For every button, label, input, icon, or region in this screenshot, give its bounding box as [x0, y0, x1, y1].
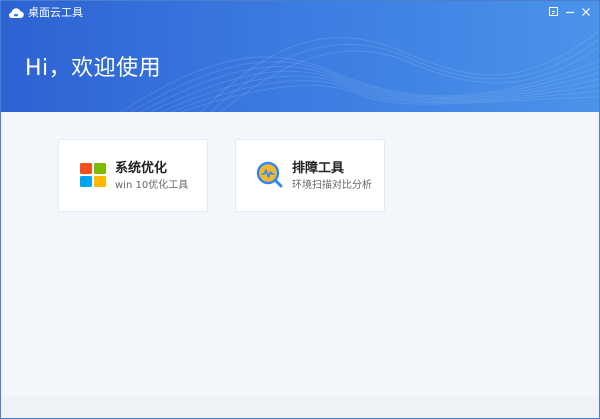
card-title: 系统优化	[115, 161, 168, 176]
troubleshoot-tool-card[interactable]: 排障工具 环境扫描对比分析	[235, 139, 385, 212]
system-optimize-card[interactable]: 系统优化 win 10优化工具	[58, 139, 208, 212]
window-title: 桌面云工具	[28, 6, 83, 19]
header-banner: 桌面云工具 Hi，欢迎使用	[1, 1, 599, 112]
card-title: 排障工具	[292, 161, 345, 176]
restore-button[interactable]	[546, 4, 562, 20]
cloud-icon	[8, 8, 24, 19]
bottom-strip	[1, 396, 599, 418]
restore-icon	[549, 7, 558, 16]
card-subtitle: 环境扫描对比分析	[292, 180, 372, 191]
app-window: 桌面云工具 Hi，欢迎使用 系统优化 win 10优化工具 排障工具 环境扫描对…	[0, 0, 600, 419]
close-button[interactable]	[578, 4, 594, 20]
card-subtitle: win 10优化工具	[115, 180, 189, 191]
magnifier-chart-icon	[256, 161, 283, 188]
minimize-icon	[566, 11, 574, 14]
close-icon	[582, 8, 590, 16]
title-bar: 桌面云工具	[1, 1, 599, 25]
windows-logo-icon	[80, 163, 106, 187]
greeting-text: Hi，欢迎使用	[25, 56, 162, 81]
minimize-button[interactable]	[562, 4, 578, 20]
